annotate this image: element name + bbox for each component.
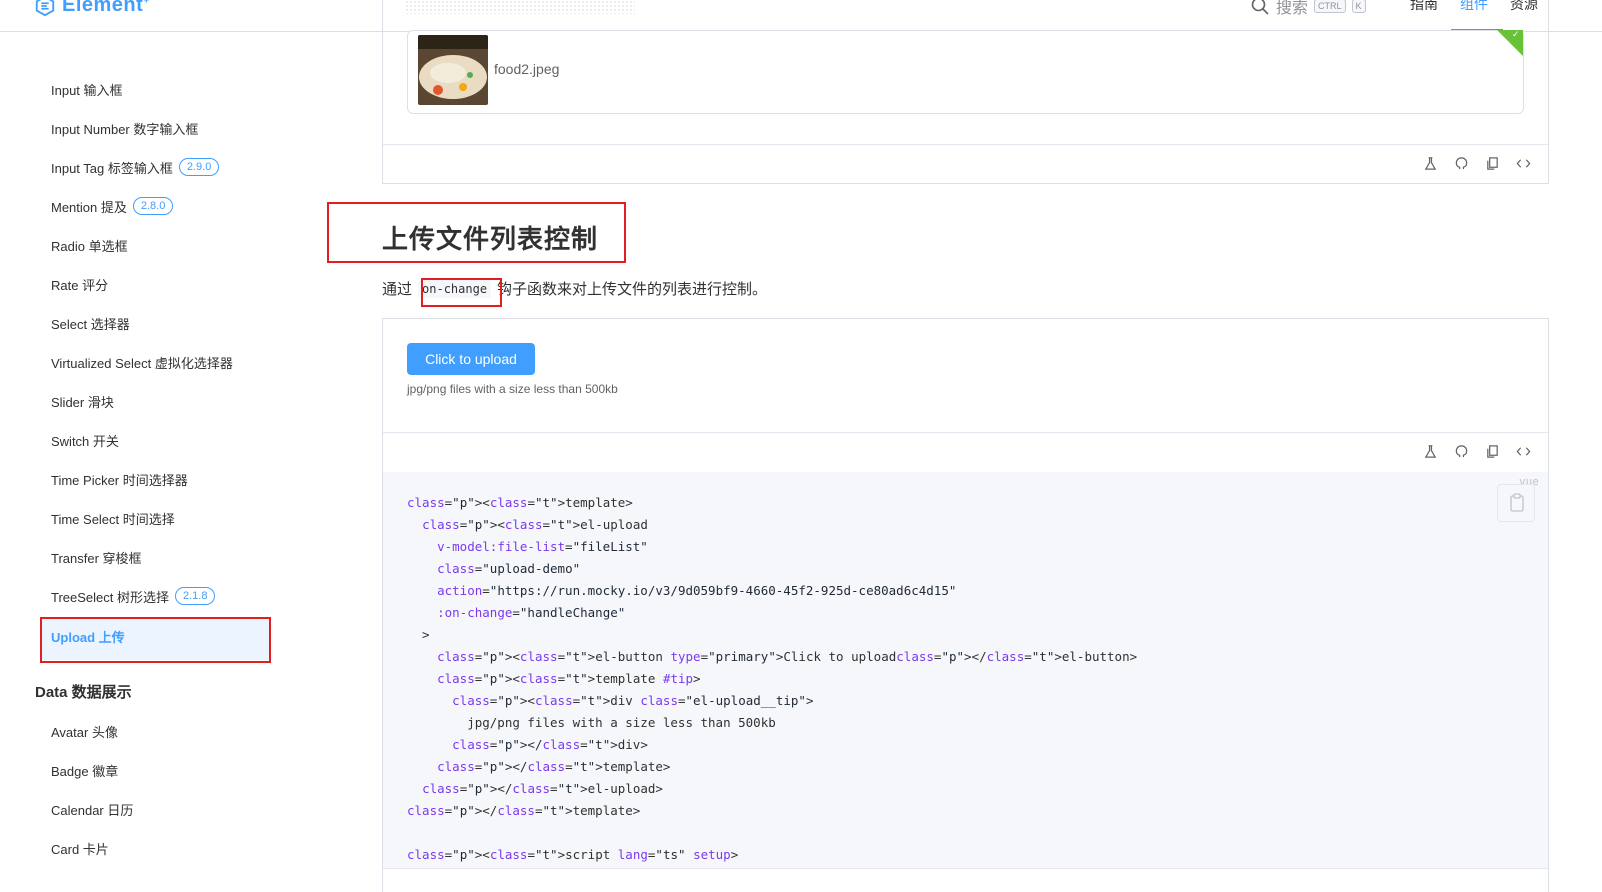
sidebar-item-label: Select 选择器 — [51, 316, 130, 332]
sidebar-item-label: Calendar 日历 — [51, 802, 134, 818]
version-badge: 2.1.8 — [175, 587, 216, 605]
sidebar-item-avatar[interactable]: Avatar 头像 — [51, 720, 118, 742]
clipboard-icon[interactable] — [1497, 484, 1535, 522]
divider — [383, 144, 1548, 145]
sidebar-item-label: Mention 提及 — [51, 199, 127, 215]
sidebar-item-radio[interactable]: Radio 单选框 — [51, 234, 128, 256]
sidebar-item-upload[interactable]: Upload 上传 — [51, 625, 125, 647]
sidebar-item-mention[interactable]: Mention 提及 2.8.0 — [51, 195, 174, 217]
sidebar-item-label: Input Tag 标签输入框 — [51, 160, 173, 176]
sidebar-item-label: Transfer 穿梭框 — [51, 550, 142, 566]
copy-icon[interactable] — [1485, 444, 1500, 459]
uploaded-file-card[interactable] — [407, 30, 1524, 114]
demo-toolbar-top — [1423, 156, 1531, 171]
sidebar-item-time-picker[interactable]: Time Picker 时间选择器 — [51, 468, 188, 490]
code-icon[interactable] — [1516, 444, 1531, 459]
desc-suffix: 钩子函数来对上传文件的列表进行控制。 — [497, 281, 768, 298]
file-thumbnail — [418, 35, 488, 105]
sidebar-item-input[interactable]: Input 输入框 — [51, 78, 123, 100]
github-icon[interactable] — [1454, 156, 1469, 171]
check-icon: ✓ — [1512, 29, 1520, 39]
flask-icon[interactable] — [1423, 444, 1438, 459]
version-badge: 2.8.0 — [132, 197, 174, 215]
code-icon[interactable] — [1516, 156, 1531, 171]
sidebar-item-label: Input Number 数字输入框 — [51, 121, 199, 137]
flask-icon[interactable] — [1423, 156, 1438, 171]
sidebar-item-label: Card 卡片 — [51, 841, 109, 857]
demo-toolbar — [1423, 444, 1531, 459]
sidebar-item-tree-select[interactable]: TreeSelect 树形选择 2.1.8 — [51, 585, 216, 607]
sidebar-item-label: Radio 单选框 — [51, 238, 128, 254]
code-content: class="p"><class="t">template> class="p"… — [407, 495, 1138, 862]
divider — [383, 868, 1548, 869]
sidebar-item-label: Avatar 头像 — [51, 724, 118, 740]
copy-icon[interactable] — [1485, 156, 1500, 171]
logo-text: Element+ — [62, 0, 150, 16]
section-title: 上传文件列表控制 — [382, 224, 599, 254]
sidebar-item-label: Virtualized Select 虚拟化选择器 — [51, 355, 233, 371]
upload-tip: jpg/png files with a size less than 500k… — [407, 382, 618, 396]
sidebar-item-label: Switch 开关 — [51, 433, 119, 449]
sidebar-item-virtualized-select[interactable]: Virtualized Select 虚拟化选择器 — [51, 351, 233, 373]
sidebar-item-input-tag[interactable]: Input Tag 标签输入框 2.9.0 — [51, 156, 220, 178]
divider — [383, 432, 1548, 433]
inline-code-on-change: on-change — [418, 279, 492, 298]
element-logo-icon — [35, 0, 55, 16]
sidebar-item-label: Rate 评分 — [51, 277, 109, 293]
click-to-upload-button[interactable]: Click to upload — [407, 343, 535, 375]
food-image-icon — [418, 35, 488, 105]
sidebar-item-label: Time Picker 时间选择器 — [51, 472, 188, 488]
sidebar-item-slider[interactable]: Slider 滑块 — [51, 390, 114, 412]
sidebar-item-label: Badge 徽章 — [51, 763, 119, 779]
sidebar-group-title: Data 数据展示 — [35, 684, 132, 701]
sidebar-item-transfer[interactable]: Transfer 穿梭框 — [51, 546, 142, 568]
sidebar-item-time-select[interactable]: Time Select 时间选择 — [51, 507, 175, 529]
sidebar-item-label: Time Select 时间选择 — [51, 511, 175, 527]
github-icon[interactable] — [1454, 444, 1469, 459]
sidebar-item-rate[interactable]: Rate 评分 — [51, 273, 108, 295]
version-badge: 2.9.0 — [178, 158, 220, 176]
sidebar-item-badge[interactable]: Badge 徽章 — [51, 759, 118, 781]
logo[interactable]: Element+ — [34, 0, 150, 17]
sidebar-item-label: TreeSelect 树形选择 — [51, 589, 169, 605]
desc-prefix: 通过 — [382, 281, 413, 298]
sidebar-item-label: Input 输入框 — [51, 82, 123, 98]
sidebar-item-switch[interactable]: Switch 开关 — [51, 429, 119, 451]
sidebar-item-label: Upload 上传 — [51, 629, 125, 645]
sidebar-item-select[interactable]: Select 选择器 — [51, 312, 130, 334]
file-name: food2.jpeg — [494, 61, 560, 77]
section-description: 通过 on-change 钩子函数来对上传文件的列表进行控制。 — [382, 278, 767, 299]
clipboard-glyph-icon — [1510, 493, 1524, 512]
sidebar-item-label: Slider 滑块 — [51, 394, 114, 410]
sidebar-item-input-number[interactable]: Input Number 数字输入框 — [51, 117, 198, 139]
sidebar-item-calendar[interactable]: Calendar 日历 — [51, 798, 133, 820]
sidebar-item-card[interactable]: Card 卡片 — [51, 837, 109, 859]
